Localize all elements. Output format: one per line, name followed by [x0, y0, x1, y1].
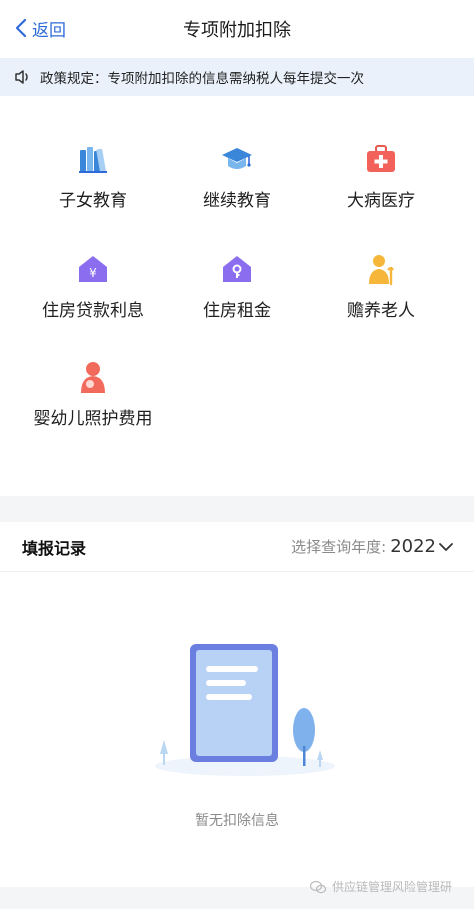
item-continuing-education[interactable]: 继续教育: [158, 136, 316, 216]
empty-state-text: 暂无扣除信息: [195, 813, 279, 829]
speaker-icon: [15, 70, 28, 84]
back-button[interactable]: 返回: [14, 14, 66, 42]
deduction-category-grid: 子女教育 继续教育 大病医疗 ¥ 住房贷款利息 住房租金 赡养老人 婴幼儿照护费…: [0, 96, 474, 496]
watermark: 供应链管理风险管理研: [309, 878, 452, 895]
back-label: 返回: [32, 20, 66, 41]
policy-notice: 政策规定：专项附加扣除的信息需纳税人每年提交一次: [0, 58, 474, 96]
item-label: 赡养老人: [347, 301, 415, 321]
mother-baby-icon: [81, 362, 105, 393]
item-label: 住房租金: [203, 301, 271, 321]
wechat-icon: [309, 880, 326, 893]
year-selector-label: 选择查询年度:: [291, 538, 387, 556]
svg-text:¥: ¥: [89, 266, 97, 280]
item-housing-rent[interactable]: 住房租金: [158, 246, 316, 326]
item-infant-care[interactable]: 婴幼儿照护费用: [14, 354, 172, 434]
house-yen-icon: ¥: [79, 256, 107, 282]
graduation-cap-icon: [222, 148, 252, 169]
item-label: 子女教育: [59, 191, 127, 211]
item-supporting-elderly[interactable]: 赡养老人: [302, 246, 460, 326]
item-child-education[interactable]: 子女教育: [14, 136, 172, 216]
records-title: 填报记录: [22, 538, 87, 558]
chevron-down-icon: [439, 542, 453, 551]
year-selector-value: 2022: [390, 536, 436, 557]
nav-bar: 返回 专项附加扣除: [0, 0, 474, 58]
watermark-text: 供应链管理风险管理研: [331, 880, 452, 894]
item-label: 大病医疗: [347, 191, 415, 211]
elderly-person-icon: [369, 255, 394, 286]
section-divider: [0, 496, 474, 522]
item-housing-loan-interest[interactable]: ¥ 住房贷款利息: [14, 246, 172, 326]
house-key-icon: [223, 256, 251, 282]
records-header: 填报记录 选择查询年度: 2022: [0, 522, 474, 572]
empty-document-illustration: [155, 644, 335, 776]
year-selector[interactable]: 选择查询年度: 2022: [291, 536, 454, 557]
chevron-left-icon: [15, 18, 27, 38]
page-title: 专项附加扣除: [183, 20, 291, 41]
books-icon: [79, 147, 107, 173]
medical-kit-icon: [367, 145, 395, 172]
empty-state: 暂无扣除信息: [0, 572, 474, 887]
item-serious-illness[interactable]: 大病医疗: [302, 136, 460, 216]
item-label: 婴幼儿照护费用: [33, 409, 153, 429]
item-label: 继续教育: [203, 191, 271, 211]
notice-text: 政策规定：专项附加扣除的信息需纳税人每年提交一次: [40, 71, 364, 87]
item-label: 住房贷款利息: [42, 301, 144, 321]
